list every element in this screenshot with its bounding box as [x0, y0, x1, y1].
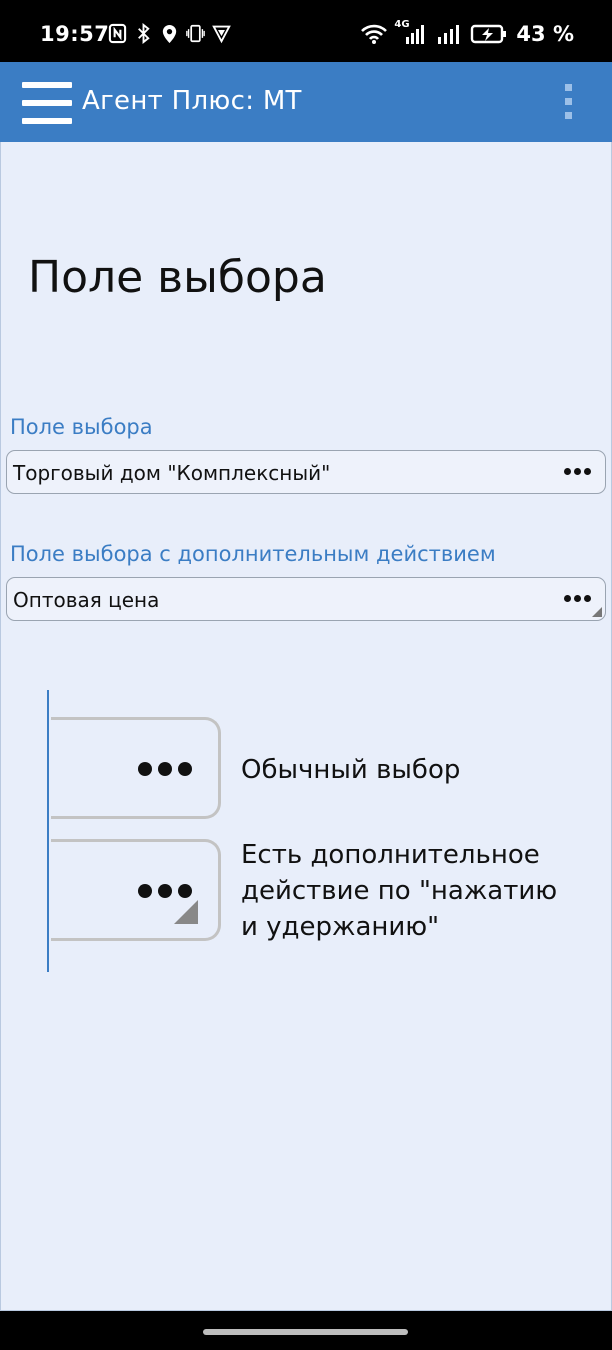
status-bar: 19:57 4G 43 %: [0, 0, 612, 62]
location-icon: [162, 24, 177, 43]
ellipsis-icon[interactable]: [564, 595, 591, 602]
status-time: 19:57: [40, 22, 110, 46]
hamburger-menu-icon[interactable]: [22, 82, 72, 124]
corner-triangle-icon: [592, 607, 602, 617]
legend-normal-select-sample: [51, 717, 221, 819]
legend-text: Есть дополнительное действие по "нажатию…: [241, 840, 558, 942]
legend-divider: [47, 690, 49, 972]
battery-charging-icon: [471, 24, 507, 44]
select-field[interactable]: Торговый дом "Комплексный": [6, 450, 606, 494]
content-area: Поле выбора Поле выбора Торговый дом "Ко…: [0, 142, 612, 1311]
field-label: Поле выбора с дополнительным действием: [10, 542, 496, 566]
select-field-value: Торговый дом "Комплексный": [13, 461, 331, 485]
nfc-icon: [108, 23, 127, 44]
select-field-with-action[interactable]: Оптовая цена: [6, 577, 606, 621]
field-label: Поле выбора: [10, 415, 153, 439]
wifi-icon: [361, 24, 388, 44]
status-left-icons: [108, 23, 231, 44]
ellipsis-icon: [138, 762, 192, 776]
status-right-icons: 4G 43 %: [360, 19, 574, 46]
ellipsis-icon[interactable]: [564, 468, 591, 475]
signal-icon: [438, 25, 460, 44]
corner-triangle-icon: [174, 900, 198, 924]
battery-percent: 43 %: [516, 22, 574, 46]
ellipsis-icon: [138, 884, 192, 898]
bluetooth-icon: [138, 23, 150, 44]
app-title: Агент Плюс: МТ: [82, 86, 302, 116]
select-field-value: Оптовая цена: [13, 588, 160, 612]
vpn-shield-icon: [212, 25, 231, 44]
more-vertical-icon[interactable]: [562, 84, 574, 122]
app-bar: Агент Плюс: МТ: [0, 62, 612, 142]
navigation-bar: [0, 1311, 612, 1350]
page-title: Поле выбора: [28, 252, 327, 303]
legend-text: Обычный выбор: [241, 755, 461, 785]
legend-extra-action-sample: [51, 839, 221, 941]
vibrate-icon: [186, 24, 205, 43]
home-gesture-handle[interactable]: [203, 1329, 408, 1335]
signal-icon: 4G: [394, 19, 428, 45]
